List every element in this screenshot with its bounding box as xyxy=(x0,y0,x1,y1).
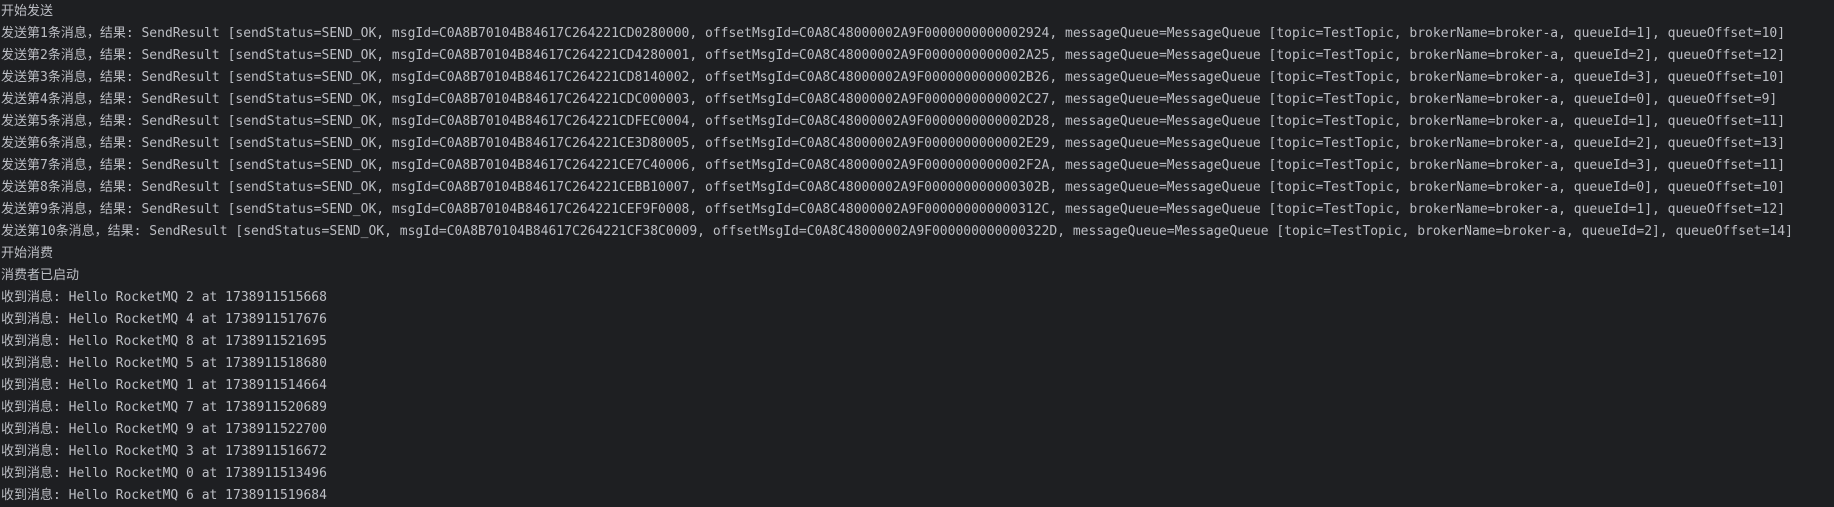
console-line-send-result: 发送第5条消息，结果: SendResult [sendStatus=SEND_… xyxy=(1,114,1786,129)
console-line-received-message: 收到消息: Hello RocketMQ 9 at 1738911522700 xyxy=(1,422,327,437)
console-line-received-message: 收到消息: Hello RocketMQ 2 at 1738911515668 xyxy=(1,290,327,305)
console-line-received-message: 收到消息: Hello RocketMQ 6 at 1738911519684 xyxy=(1,488,327,503)
console-line-send-result: 发送第8条消息，结果: SendResult [sendStatus=SEND_… xyxy=(1,180,1786,195)
console-line-received-message: 收到消息: Hello RocketMQ 3 at 1738911516672 xyxy=(1,444,327,459)
console-line-send-result: 发送第7条消息，结果: SendResult [sendStatus=SEND_… xyxy=(1,158,1786,173)
console-line-send-result: 发送第2条消息，结果: SendResult [sendStatus=SEND_… xyxy=(1,48,1786,63)
console-line-send-result: 发送第1条消息，结果: SendResult [sendStatus=SEND_… xyxy=(1,26,1786,41)
console-line-received-message: 收到消息: Hello RocketMQ 1 at 1738911514664 xyxy=(1,378,327,393)
console-line-received-message: 收到消息: Hello RocketMQ 5 at 1738911518680 xyxy=(1,356,327,371)
console-line-received-message: 收到消息: Hello RocketMQ 8 at 1738911521695 xyxy=(1,334,327,349)
console-line-received-message: 收到消息: Hello RocketMQ 4 at 1738911517676 xyxy=(1,312,327,327)
console-line-received-message: 收到消息: Hello RocketMQ 7 at 1738911520689 xyxy=(1,400,327,415)
console-line-start-send: 开始发送 xyxy=(1,4,54,19)
console-line-send-result: 发送第4条消息，结果: SendResult [sendStatus=SEND_… xyxy=(1,92,1778,107)
console-line-send-result: 发送第9条消息，结果: SendResult [sendStatus=SEND_… xyxy=(1,202,1786,217)
console-line-received-message: 收到消息: Hello RocketMQ 0 at 1738911513496 xyxy=(1,466,327,481)
console-line-start-consume: 开始消费 xyxy=(1,246,54,261)
console-output[interactable]: 开始发送 发送第1条消息，结果: SendResult [sendStatus=… xyxy=(0,0,1834,506)
console-line-send-result: 发送第3条消息，结果: SendResult [sendStatus=SEND_… xyxy=(1,70,1786,85)
console-line-send-result: 发送第6条消息，结果: SendResult [sendStatus=SEND_… xyxy=(1,136,1786,151)
console-line-consumer-started: 消费者已启动 xyxy=(1,268,80,283)
console-line-send-result: 发送第10条消息，结果: SendResult [sendStatus=SEND… xyxy=(1,224,1793,239)
